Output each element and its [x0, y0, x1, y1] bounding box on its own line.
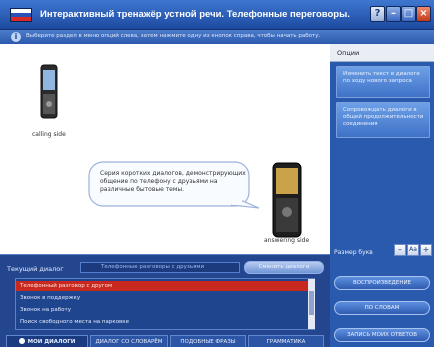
tab-label: ПОДОБНЫЕ ФРАЗЫ [180, 339, 236, 345]
dialog-list: Телефонный разговор с другом Звонок в по… [15, 278, 315, 330]
calling-side-label: calling side [32, 131, 66, 138]
app-window: Интерактивный тренажёр устной речи. Теле… [0, 0, 434, 347]
by-words-button[interactable]: ПО СЛОВАМ [334, 301, 430, 315]
answering-phone-icon [272, 162, 302, 238]
window-title: Интерактивный тренажёр устной речи. Теле… [40, 9, 350, 20]
tab-label: ГРАММАТИКА [266, 339, 306, 345]
options-title: Опции [337, 49, 360, 57]
dialogs-panel: Текущий диалог Телефонные разговоры с др… [0, 254, 330, 347]
option-card[interactable]: Сопровождать диалоги в общей продолжител… [336, 102, 430, 138]
list-item[interactable]: Телефонный разговор с другом [16, 281, 308, 291]
title-bar: Интерактивный тренажёр устной речи. Теле… [0, 0, 434, 30]
info-bar: i Выберите раздел в меню опций слева, за… [0, 30, 434, 44]
options-panel: Опции Изменить текст в диалоге по ходу н… [330, 44, 434, 347]
calling-phone-icon [40, 64, 58, 119]
dialog-scene: calling side Серия коротких диалогов, де… [0, 44, 330, 254]
answering-side-label: answering side [264, 237, 310, 244]
dialog-list-scrollbar[interactable] [308, 279, 315, 329]
playback-button[interactable]: ВОСПРОИЗВЕДЕНИЕ [334, 276, 430, 290]
option-card-text: Сопровождать диалоги в общей продолжител… [343, 107, 424, 127]
bullet-icon [18, 338, 25, 344]
record-answers-button[interactable]: ЗАПИСЬ МОИХ ОТВЕТОВ [334, 328, 430, 342]
tab-grammar[interactable]: ГРАММАТИКА [248, 335, 324, 347]
speech-bubble: Серия коротких диалогов, демонстрирующих… [88, 161, 260, 215]
list-item[interactable]: Поиск свободного места на парковке [16, 317, 308, 327]
tab-dictionary[interactable]: ДИАЛОГ СО СЛОВАРЁМ [90, 335, 168, 347]
option-card[interactable]: Изменить текст в диалоге по ходу нового … [336, 66, 430, 98]
change-dialog-button[interactable]: Сменить диалоги [244, 261, 324, 274]
help-button[interactable]: ? [370, 6, 385, 22]
maximize-button[interactable]: □ [401, 6, 416, 22]
bubble-text: Серия коротких диалогов, демонстрирующих… [100, 170, 246, 193]
scrollbar-thumb[interactable] [309, 291, 314, 315]
tab-my-dialogs[interactable]: МОИ ДИАЛОГИ [6, 335, 88, 347]
list-item[interactable]: Звонок на работу [16, 305, 308, 315]
list-item[interactable]: Звонок в поддержку [16, 293, 308, 303]
tab-label: МОИ ДИАЛОГИ [27, 339, 76, 345]
info-text: Выберите раздел в меню опций слева, зате… [26, 33, 321, 39]
dialog-tabs: МОИ ДИАЛОГИ ДИАЛОГ СО СЛОВАРЁМ ПОДОБНЫЕ … [0, 333, 330, 347]
close-button[interactable]: × [416, 6, 431, 22]
font-increase-button[interactable]: + [420, 244, 432, 256]
options-header: Опции [330, 44, 434, 62]
tab-label: ДИАЛОГ СО СЛОВАРЁМ [95, 339, 163, 345]
flag-icon [10, 8, 32, 22]
info-icon: i [11, 32, 21, 42]
minimize-button[interactable]: – [386, 6, 401, 22]
current-dialog-label: Текущий диалог [7, 265, 64, 273]
current-dialog-field: Телефонные разговоры с друзьями [80, 262, 240, 273]
tab-similar-phrases[interactable]: ПОДОБНЫЕ ФРАЗЫ [170, 335, 246, 347]
font-reset-button[interactable]: Aa [407, 244, 419, 256]
font-decrease-button[interactable]: – [394, 244, 406, 256]
option-card-text: Изменить текст в диалоге по ходу нового … [343, 71, 420, 84]
font-size-label: Размер букв [334, 249, 373, 256]
